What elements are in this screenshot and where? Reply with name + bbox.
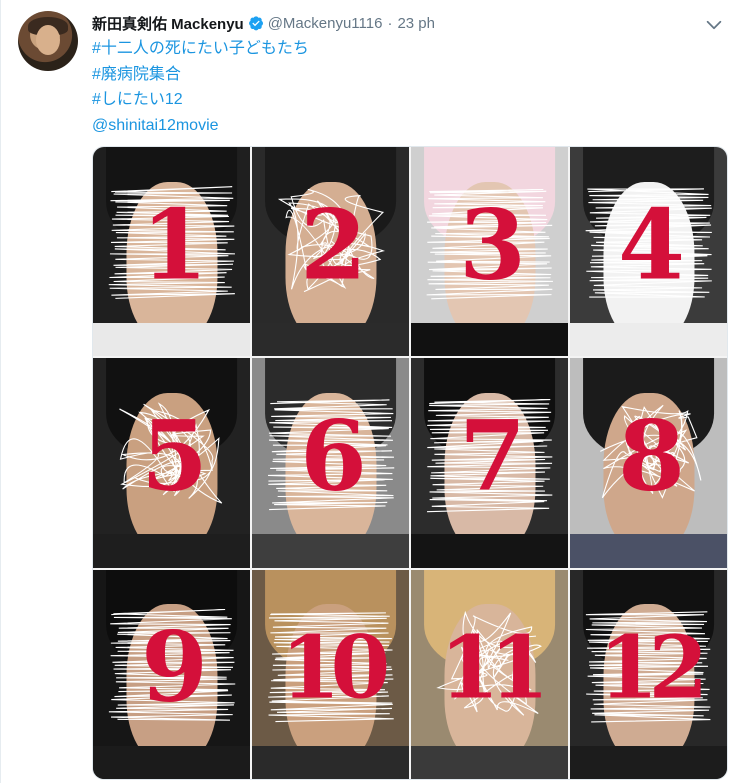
mention-link[interactable]: @shinitai12movie [92, 113, 309, 139]
hashtag-link[interactable]: #しにたい12 [92, 87, 309, 113]
photo-tile[interactable]: 9 [93, 569, 250, 779]
tile-number: 1 [141, 188, 208, 302]
photo-tile[interactable]: 1 [93, 147, 250, 357]
hashtag-link[interactable]: #十二人の死にたい子どもたち [92, 36, 309, 62]
tile-number: 4 [618, 188, 685, 302]
photo-tile[interactable]: 2 [252, 147, 409, 357]
photo-tile[interactable]: 4 [570, 147, 727, 357]
photo-tile[interactable]: 5 [93, 358, 250, 568]
tile-collar [93, 534, 250, 568]
tile-number: 2 [300, 188, 367, 302]
author-name[interactable]: 新田真剣佑 Mackenyu [92, 13, 244, 34]
chevron-down-icon[interactable] [704, 16, 724, 34]
tweet-header: 新田真剣佑 Mackenyu @Mackenyu1116 · 23 ph [92, 12, 435, 34]
tile-collar [93, 322, 250, 357]
photo-grid: 1 2 3 4 5 6 7 8 9 10 11 12 [93, 147, 727, 779]
tile-collar [252, 534, 409, 568]
tile-number: 8 [618, 399, 685, 513]
verified-badge-icon [248, 15, 264, 31]
tile-number: 10 [280, 617, 391, 719]
tile-number: 9 [141, 611, 208, 725]
tile-number: 12 [598, 617, 709, 719]
tweet-timestamp[interactable]: 23 ph [397, 15, 435, 32]
photo-tile[interactable]: 11 [411, 569, 568, 779]
hashtag-link[interactable]: #廃病院集合 [92, 62, 309, 88]
tile-number: 6 [300, 399, 367, 513]
tile-collar [570, 745, 727, 779]
author-handle[interactable]: @Mackenyu1116 [268, 15, 383, 32]
tile-collar [570, 534, 727, 568]
tile-collar [93, 745, 250, 779]
avatar[interactable] [18, 11, 78, 71]
photo-tile[interactable]: 7 [411, 358, 568, 568]
tile-number: 3 [459, 188, 526, 302]
tweet[interactable]: 新田真剣佑 Mackenyu @Mackenyu1116 · 23 ph #十二… [0, 0, 754, 783]
photo-tile[interactable]: 3 [411, 147, 568, 357]
tile-collar [252, 745, 409, 779]
tile-collar [570, 322, 727, 357]
tile-collar [252, 322, 409, 357]
tweet-media[interactable]: 1 2 3 4 5 6 7 8 9 10 11 12 [92, 146, 728, 780]
tile-collar [411, 534, 568, 568]
photo-tile[interactable]: 6 [252, 358, 409, 568]
avatar-face [36, 25, 60, 55]
tile-collar [411, 322, 568, 357]
tile-number: 5 [141, 399, 208, 513]
tile-number: 11 [439, 617, 550, 719]
separator-dot: · [387, 14, 393, 32]
tile-number: 7 [459, 399, 526, 513]
photo-tile[interactable]: 12 [570, 569, 727, 779]
tile-collar [411, 745, 568, 779]
photo-tile[interactable]: 8 [570, 358, 727, 568]
tweet-text: #十二人の死にたい子どもたち #廃病院集合 #しにたい12 @shinitai1… [92, 36, 309, 138]
photo-tile[interactable]: 10 [252, 569, 409, 779]
